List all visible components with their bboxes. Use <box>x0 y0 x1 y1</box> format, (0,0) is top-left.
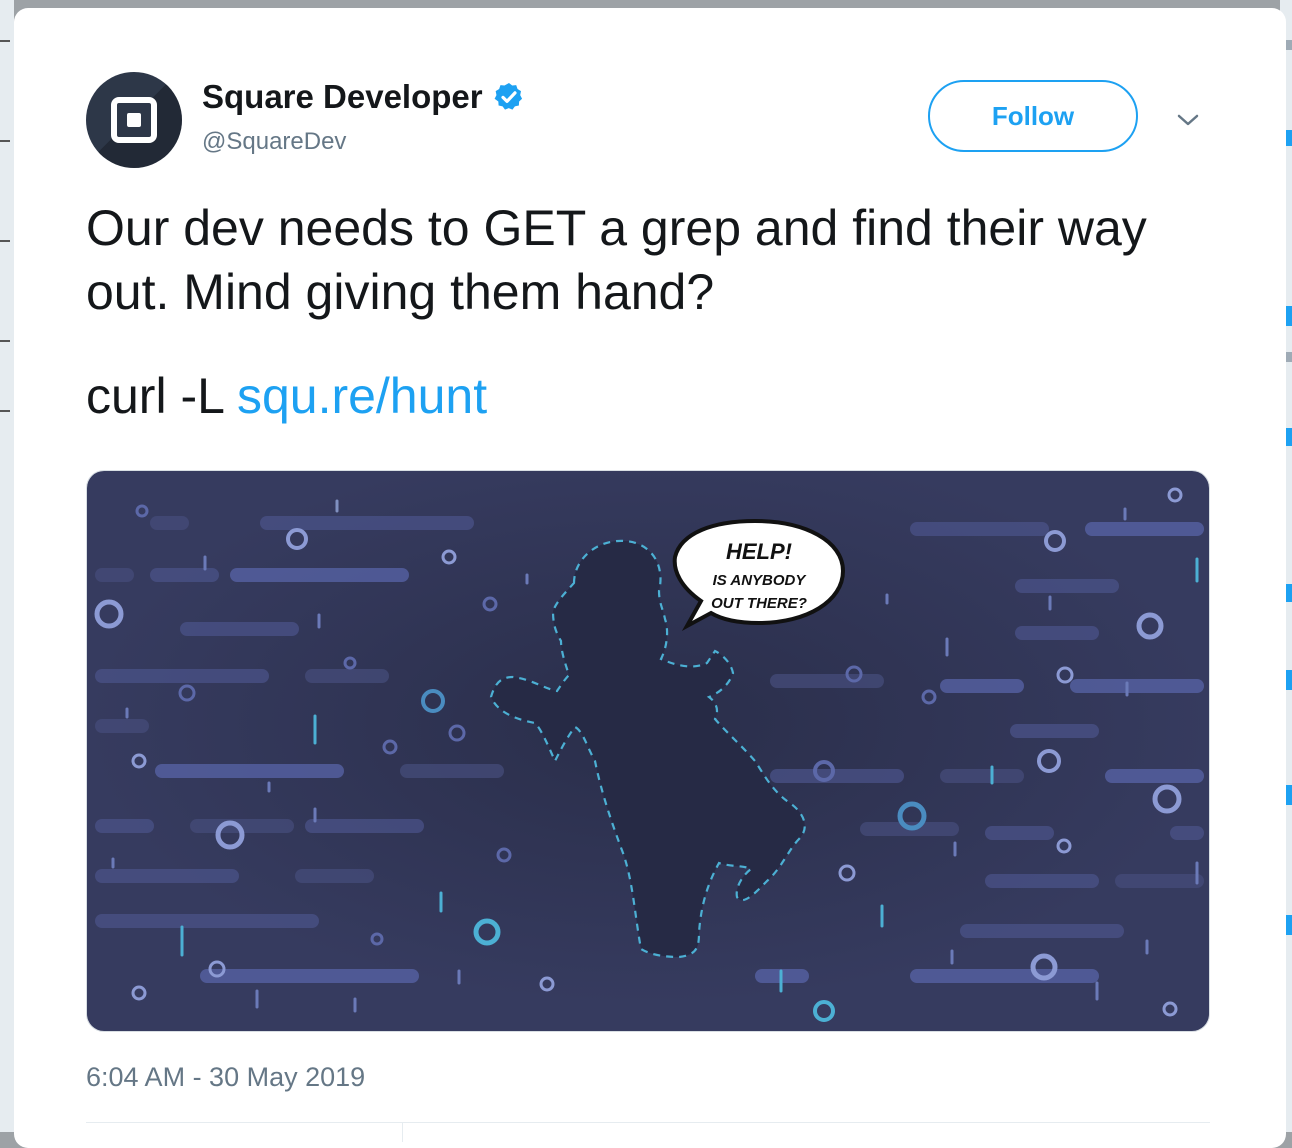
tweet-text: Our dev needs to GET a grep and find the… <box>86 196 1216 428</box>
bubble-line-1: HELP! <box>726 539 792 564</box>
background-page-left <box>0 0 14 1132</box>
divider <box>86 1122 1210 1123</box>
tweet-modal: Square Developer @SquareDev Follow Our d… <box>14 8 1286 1148</box>
tweet-image[interactable]: HELP! IS ANYBODY OUT THERE? <box>86 470 1210 1032</box>
avatar[interactable] <box>86 72 182 168</box>
chevron-down-icon[interactable] <box>1174 106 1202 134</box>
author-handle[interactable]: @SquareDev <box>202 128 346 156</box>
tweet-command-line: curl -L squ.re/hunt <box>86 364 1216 428</box>
tweet-link[interactable]: squ.re/hunt <box>237 368 487 424</box>
author-name-row: Square Developer <box>202 78 525 116</box>
follow-button[interactable]: Follow <box>928 80 1138 152</box>
bubble-line-3: OUT THERE? <box>711 595 807 612</box>
speech-bubble: HELP! IS ANYBODY OUT THERE? <box>672 518 846 632</box>
verified-badge-icon <box>494 83 522 110</box>
divider-tick <box>402 1122 403 1142</box>
command-text: curl -L <box>86 368 237 424</box>
author-display-name[interactable]: Square Developer <box>202 78 483 116</box>
maze-illustration: HELP! IS ANYBODY OUT THERE? <box>87 471 1209 1031</box>
tweet-text-line: Our dev needs to GET a grep and find the… <box>86 200 1147 320</box>
tweet-timestamp[interactable]: 6:04 AM - 30 May 2019 <box>86 1062 365 1093</box>
bubble-line-2: IS ANYBODY <box>713 572 808 589</box>
